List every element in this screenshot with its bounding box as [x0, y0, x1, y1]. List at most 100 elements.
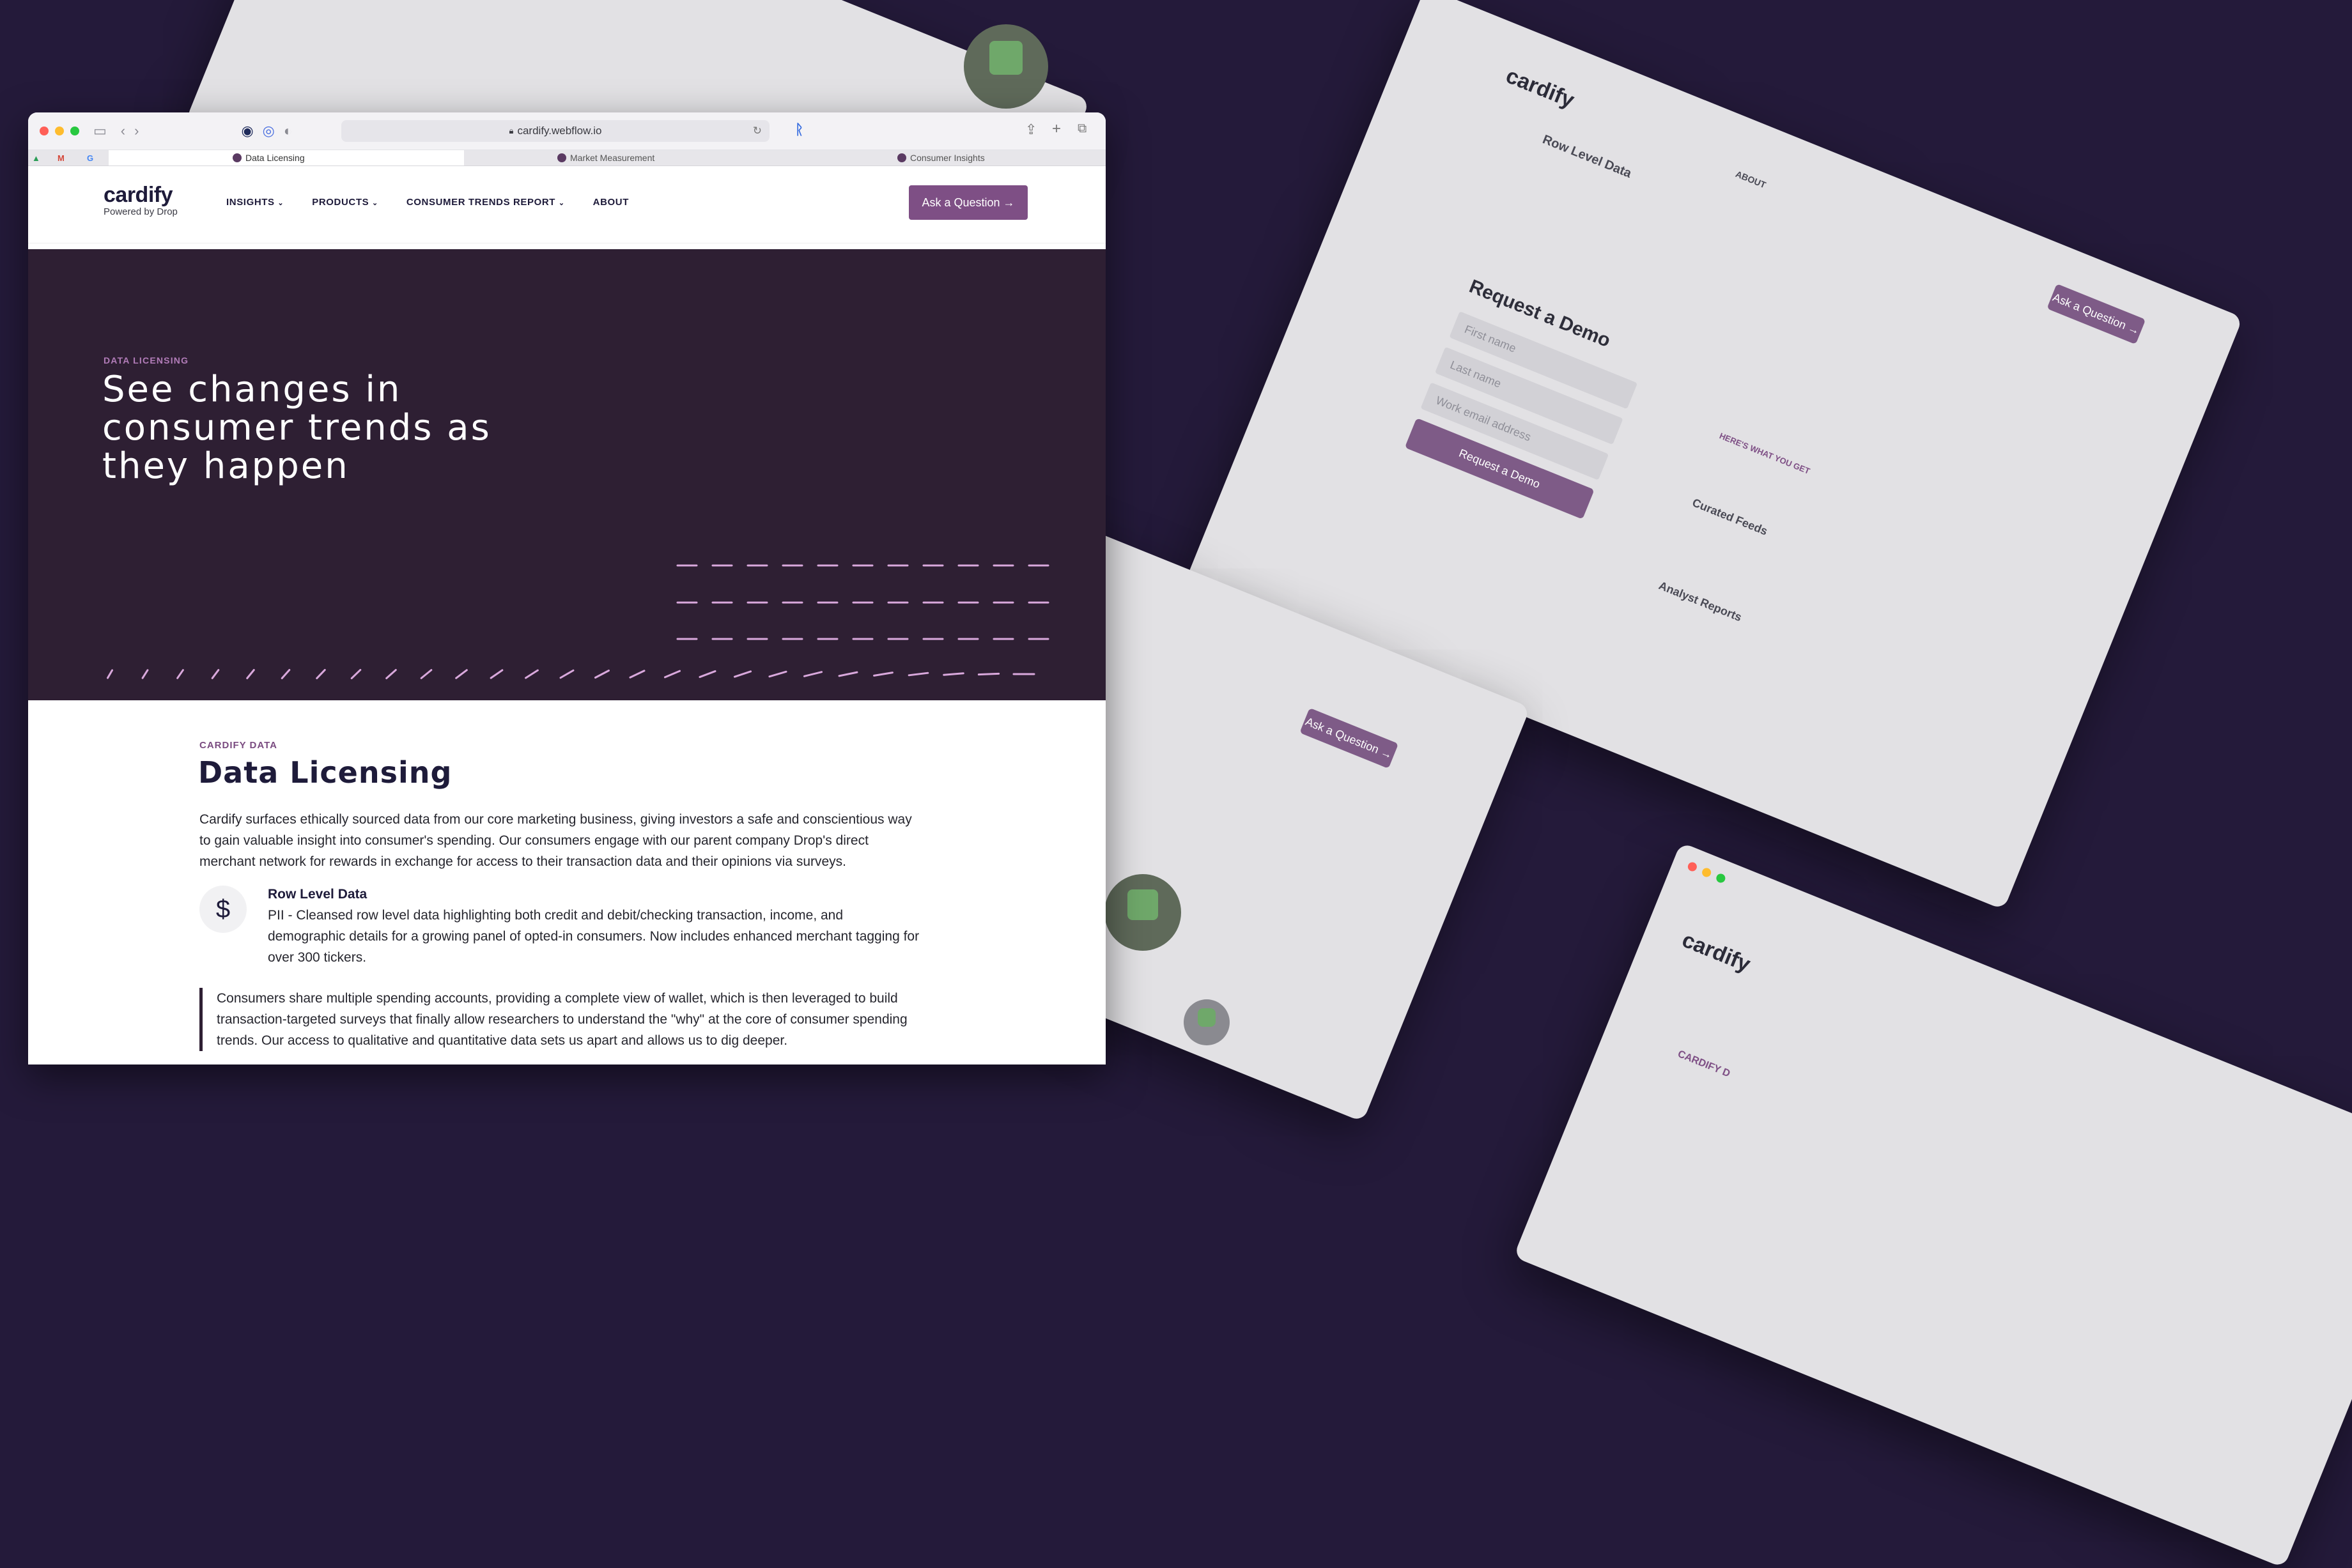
hero-dash	[246, 669, 255, 679]
hero-dash	[768, 670, 787, 678]
feature-text: PII - Cleansed row level data highlighti…	[268, 908, 920, 965]
site-navbar: cardify Powered by Drop INSIGHTS ⌄ PRODU…	[28, 166, 1106, 243]
content-paragraph: Cardify surfaces ethically sourced data …	[199, 812, 912, 869]
nav-consumer-trends-report[interactable]: CONSUMER TRENDS REPORT ⌄	[406, 197, 565, 208]
share-icon[interactable]: ⇪	[1025, 121, 1037, 138]
reload-icon[interactable]: ↻	[753, 125, 762, 137]
cyclist-avatar-bottom	[1104, 874, 1181, 951]
content-quote: Consumers share multiple spending accoun…	[199, 988, 939, 1051]
chevron-down-icon: ⌄	[558, 199, 565, 207]
hero-dash	[316, 668, 326, 680]
back-arrow-icon[interactable]: ‹	[121, 123, 125, 139]
tab-overview-icon[interactable]: ⧉	[1078, 121, 1087, 136]
content-eyebrow: CARDIFY DATA	[199, 740, 277, 751]
extension-icon[interactable]: ◉	[241, 123, 253, 139]
cyclist-avatar-top	[964, 24, 1048, 109]
new-tab-icon[interactable]: +	[1052, 120, 1061, 138]
dollar-icon: $	[199, 886, 247, 933]
bg-traffic-lights	[1686, 861, 1727, 884]
hero-dash	[107, 669, 113, 679]
bg-analyst-title: Analyst Reports	[1657, 579, 1744, 624]
hero-dash	[559, 669, 575, 679]
nav-insights[interactable]: INSIGHTS ⌄	[226, 197, 284, 208]
tab-label: Consumer Insights	[910, 153, 985, 163]
forward-arrow-icon[interactable]: ›	[134, 123, 139, 139]
tab-label: Market Measurement	[570, 153, 655, 163]
chevron-down-icon: ⌄	[277, 199, 284, 207]
bg-heres-what: HERE'S WHAT YOU GET	[1718, 431, 1812, 476]
nav-about[interactable]: ABOUT	[593, 197, 629, 208]
tab-favicon	[557, 153, 566, 162]
hero-dash	[733, 670, 752, 678]
minimize-window-button[interactable]	[55, 127, 64, 135]
ask-question-button[interactable]: Ask a Question →	[909, 185, 1028, 220]
hero-dash	[176, 669, 184, 679]
traffic-lights	[40, 127, 79, 135]
tab-market-measurement[interactable]: Market Measurement	[557, 150, 654, 165]
hero-dash	[629, 670, 646, 679]
tab-consumer-insights[interactable]: Consumer Insights	[897, 150, 985, 165]
hero-dash	[873, 672, 894, 677]
small-avatar-bottom	[1184, 999, 1230, 1045]
extension-k-icon[interactable]: ᚱ	[795, 121, 803, 138]
bg-about-link: ABOUT	[1734, 168, 1768, 190]
hero-dash	[455, 669, 468, 679]
logo-text: cardify	[104, 183, 173, 207]
bg-ask-button: Ask a Question →	[2046, 283, 2146, 345]
tab-label: Data Licensing	[245, 153, 305, 163]
hero-dash	[594, 669, 610, 679]
dash-group	[107, 564, 1049, 680]
tab-data-licensing[interactable]: Data Licensing	[109, 150, 464, 165]
hero-dash-pattern	[107, 564, 1049, 680]
nav-products-label: PRODUCTS	[312, 197, 369, 208]
hero-dash	[490, 669, 504, 679]
hero-dash	[908, 672, 929, 677]
close-window-button[interactable]	[40, 127, 49, 135]
feature-title: Row Level Data	[268, 887, 368, 902]
hero-section: DATA LICENSING See changes in consumer t…	[28, 249, 1106, 700]
hero-dash	[803, 671, 823, 677]
bg-ask-button-2: Ask a Question →	[1299, 707, 1399, 769]
hero-dash	[385, 669, 397, 679]
bg-logo: cardify	[1502, 63, 1578, 113]
bookmark-google-icon[interactable]: G	[87, 153, 93, 163]
main-browser-window: ▭ ‹ › ◉ ◎ ◐ 🔒︎ cardify.webflow.io ↻ ᚱ ⇪ …	[28, 112, 1106, 1065]
bookmark-gmail-icon[interactable]: M	[58, 153, 65, 163]
sidebar-toggle-icon[interactable]: ▭	[93, 123, 107, 139]
nav-links: INSIGHTS ⌄ PRODUCTS ⌄ CONSUMER TRENDS RE…	[226, 197, 629, 208]
hero-dash	[211, 669, 220, 679]
shield-icon[interactable]: ◐	[284, 123, 292, 139]
nav-products[interactable]: PRODUCTS ⌄	[312, 197, 378, 208]
content-section: CARDIFY DATA Data Licensing Cardify surf…	[28, 700, 1106, 1065]
hero-dash	[350, 668, 362, 680]
hero-dash	[977, 672, 1000, 676]
maximize-window-button[interactable]	[70, 127, 79, 135]
chevron-down-icon: ⌄	[372, 199, 378, 207]
content-title: Data Licensing	[198, 755, 453, 790]
bg-row-level-title: Row Level Data	[1540, 132, 1634, 181]
hero-dash	[281, 668, 291, 680]
hero-dash	[141, 669, 149, 679]
tab-bar: ▲ M G Data Licensing Market Measurement …	[28, 150, 1106, 166]
tab-favicon	[897, 153, 906, 162]
hero-dash	[943, 672, 964, 676]
bg-logo-2: cardify	[1678, 927, 1754, 977]
nav-insights-label: INSIGHTS	[226, 197, 275, 208]
bookmark-drive-icon[interactable]: ▲	[32, 153, 40, 163]
bg-curated-title: Curated Feeds	[1690, 496, 1770, 538]
cardify-logo[interactable]: cardify Powered by Drop	[104, 183, 178, 217]
hero-dash	[420, 669, 433, 679]
lock-icon: 🔒︎	[509, 126, 514, 135]
address-bar[interactable]: 🔒︎ cardify.webflow.io ↻	[341, 120, 770, 142]
hero-dash	[838, 671, 858, 677]
nav-consumer-trends-label: CONSUMER TRENDS REPORT	[406, 197, 556, 208]
address-url: cardify.webflow.io	[517, 125, 602, 137]
tab-favicon	[233, 153, 242, 162]
logo-subtitle: Powered by Drop	[104, 206, 178, 217]
browser-titlebar: ▭ ‹ › ◉ ◎ ◐ 🔒︎ cardify.webflow.io ↻ ᚱ ⇪ …	[28, 112, 1106, 150]
hero-dash	[663, 670, 681, 679]
hero-dash	[699, 670, 716, 679]
background-window-bottom-right: cardify CARDIFY D	[1513, 842, 2352, 1568]
hero-dash	[525, 669, 539, 679]
privacy-icon[interactable]: ◎	[263, 123, 275, 139]
